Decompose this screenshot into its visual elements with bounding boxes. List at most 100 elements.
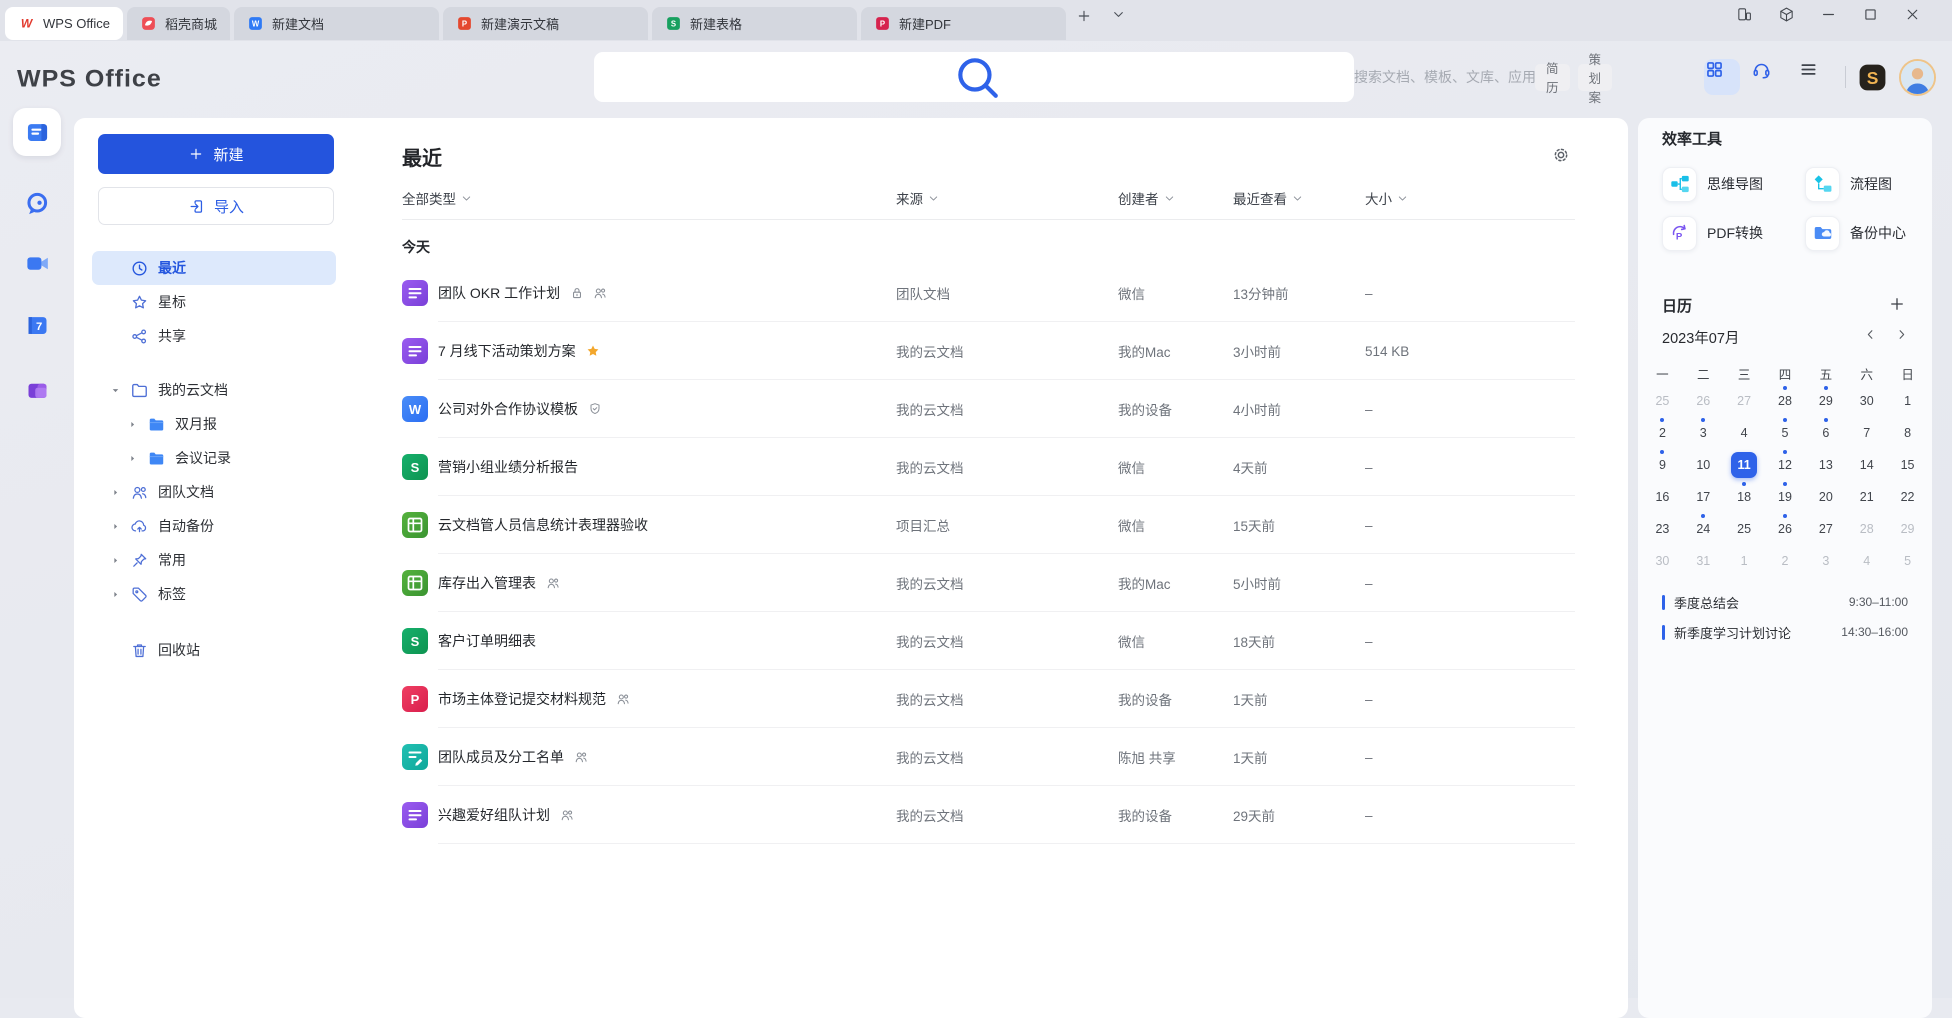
rail-item-doc[interactable] [13, 108, 61, 156]
sidebar-item-星标[interactable]: 星标 [92, 285, 336, 319]
import-button[interactable]: 导入 [98, 187, 334, 225]
calendar-day[interactable]: 9 [1642, 449, 1683, 481]
calendar-next-button[interactable] [1895, 328, 1908, 346]
caret-right-icon[interactable] [127, 419, 141, 430]
minimize-button[interactable] [1820, 6, 1854, 36]
sidebar-item-团队文档[interactable]: 团队文档 [92, 475, 336, 509]
tab-ppt[interactable]: P新建演示文稿 [443, 7, 648, 40]
calendar-day[interactable]: 8 [1887, 417, 1928, 449]
calendar-day[interactable]: 3 [1683, 417, 1724, 449]
caret-right-icon[interactable] [110, 521, 124, 532]
calendar-day[interactable]: 29 [1887, 513, 1928, 545]
rail-item-chat[interactable] [13, 179, 61, 227]
calendar-day[interactable]: 5 [1887, 545, 1928, 577]
tool-备份中心[interactable]: 备份中心 [1805, 211, 1908, 255]
member-badge[interactable]: S [1857, 62, 1888, 93]
tab-pdf[interactable]: P新建PDF [861, 7, 1066, 40]
tab-doc[interactable]: W新建文档 [234, 7, 439, 40]
calendar-day[interactable]: 3 [1805, 545, 1846, 577]
sidebar-item-会议记录[interactable]: 会议记录 [92, 441, 336, 475]
sidebar-item-我的云文档[interactable]: 我的云文档 [92, 373, 336, 407]
caret-right-icon[interactable] [110, 555, 124, 566]
tool-思维导图[interactable]: 思维导图 [1662, 162, 1805, 206]
file-row[interactable]: 云文档管人员信息统计表理器验收项目汇总微信15天前– [402, 496, 1575, 554]
sidebar-item-常用[interactable]: 常用 [92, 543, 336, 577]
sidebar-item-标签[interactable]: 标签 [92, 577, 336, 611]
file-row[interactable]: W公司对外合作协议模板我的云文档我的设备4小时前– [402, 380, 1575, 438]
sidebar-item-自动备份[interactable]: 自动备份 [92, 509, 336, 543]
filter-大小[interactable]: 大小 [1365, 188, 1575, 208]
global-menu-button[interactable] [1798, 59, 1834, 95]
search-tag[interactable]: 策划案 [1578, 64, 1613, 91]
user-avatar[interactable] [1899, 59, 1936, 96]
calendar-day[interactable]: 26 [1765, 513, 1806, 545]
search-bar[interactable]: 简历策划案 [594, 52, 1354, 102]
file-row[interactable]: P市场主体登记提交材料规范我的云文档我的设备1天前– [402, 670, 1575, 728]
calendar-day[interactable]: 30 [1642, 545, 1683, 577]
calendar-day[interactable]: 19 [1765, 481, 1806, 513]
calendar-day[interactable]: 17 [1683, 481, 1724, 513]
caret-right-icon[interactable] [127, 453, 141, 464]
filter-最近查看[interactable]: 最近查看 [1233, 188, 1365, 208]
calendar-day[interactable]: 16 [1642, 481, 1683, 513]
calendar-day[interactable]: 2 [1642, 417, 1683, 449]
new-document-button[interactable]: 新建 [98, 134, 334, 174]
file-row[interactable]: 7 月线下活动策划方案我的云文档我的Mac3小时前514 KB [402, 322, 1575, 380]
filter-来源[interactable]: 来源 [896, 188, 1118, 208]
calendar-event[interactable]: 季度总结会9:30–11:00 [1662, 587, 1908, 617]
filter-全部类型[interactable]: 全部类型 [402, 188, 896, 208]
tool-流程图[interactable]: 流程图 [1805, 162, 1908, 206]
calendar-day[interactable]: 24 [1683, 513, 1724, 545]
calendar-day[interactable]: 27 [1724, 385, 1765, 417]
sidebar-item-回收站[interactable]: 回收站 [92, 633, 336, 667]
search-input[interactable] [1354, 69, 1535, 85]
calendar-day[interactable]: 2 [1765, 545, 1806, 577]
sidebar-item-共享[interactable]: 共享 [92, 319, 336, 353]
tab-wps[interactable]: WWPS Office [5, 7, 123, 40]
list-settings-button[interactable] [1551, 145, 1573, 167]
caret-down-icon[interactable] [110, 385, 124, 396]
search-tag[interactable]: 简历 [1535, 64, 1570, 91]
calendar-day[interactable]: 12 [1765, 449, 1806, 481]
filter-创建者[interactable]: 创建者 [1118, 188, 1233, 208]
calendar-day[interactable]: 1 [1887, 385, 1928, 417]
tool-PDF转换[interactable]: PPDF转换 [1662, 211, 1805, 255]
file-row[interactable]: S客户订单明细表我的云文档微信18天前– [402, 612, 1575, 670]
caret-right-icon[interactable] [110, 487, 124, 498]
rail-item-video[interactable] [13, 239, 61, 287]
calendar-day[interactable]: 23 [1642, 513, 1683, 545]
file-row[interactable]: 库存出入管理表我的云文档我的Mac5小时前– [402, 554, 1575, 612]
mobile-device-button[interactable] [1736, 6, 1770, 36]
calendar-day[interactable]: 22 [1887, 481, 1928, 513]
calendar-day[interactable]: 13 [1805, 449, 1846, 481]
calendar-day[interactable]: 21 [1846, 481, 1887, 513]
calendar-day[interactable]: 28 [1765, 385, 1806, 417]
new-tab-button[interactable] [1076, 8, 1102, 34]
file-row[interactable]: 兴趣爱好组队计划我的云文档我的设备29天前– [402, 786, 1575, 844]
tab-docer[interactable]: 稻壳商城 [127, 7, 230, 40]
rail-item-cal[interactable]: 7 [13, 301, 61, 349]
calendar-day[interactable]: 25 [1724, 513, 1765, 545]
calendar-day[interactable]: 14 [1846, 449, 1887, 481]
calendar-day[interactable]: 30 [1846, 385, 1887, 417]
calendar-add-button[interactable] [1888, 295, 1908, 315]
file-row[interactable]: S营销小组业绩分析报告我的云文档微信4天前– [402, 438, 1575, 496]
calendar-day[interactable]: 31 [1683, 545, 1724, 577]
rail-item-apps[interactable] [13, 366, 61, 414]
file-row[interactable]: 团队成员及分工名单我的云文档陈旭 共享1天前– [402, 728, 1575, 786]
apps-grid-button[interactable] [1704, 59, 1740, 95]
calendar-day[interactable]: 5 [1765, 417, 1806, 449]
calendar-day[interactable]: 10 [1683, 449, 1724, 481]
calendar-day-selected[interactable]: 11 [1724, 449, 1765, 481]
calendar-day[interactable]: 26 [1683, 385, 1724, 417]
calendar-day[interactable]: 1 [1724, 545, 1765, 577]
calendar-day[interactable]: 15 [1887, 449, 1928, 481]
calendar-day[interactable]: 7 [1846, 417, 1887, 449]
calendar-day[interactable]: 4 [1724, 417, 1765, 449]
calendar-day[interactable]: 25 [1642, 385, 1683, 417]
file-row[interactable]: 团队 OKR 工作计划团队文档微信13分钟前– [402, 264, 1575, 322]
calendar-day[interactable]: 28 [1846, 513, 1887, 545]
maximize-button[interactable] [1862, 6, 1896, 36]
calendar-prev-button[interactable] [1864, 328, 1877, 346]
calendar-day[interactable]: 4 [1846, 545, 1887, 577]
